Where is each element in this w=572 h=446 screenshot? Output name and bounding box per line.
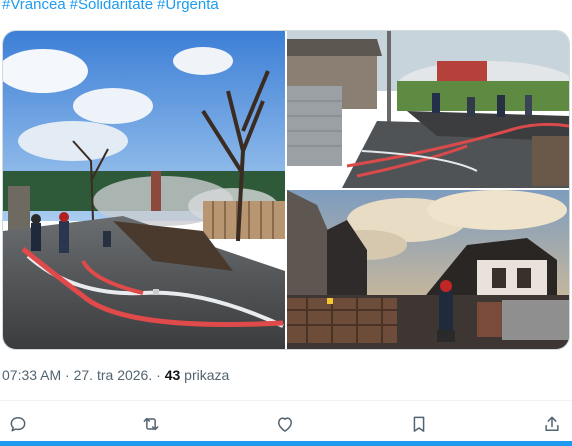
share-upload-icon bbox=[545, 416, 559, 431]
hashtag-solidaritate[interactable]: #Solidaritate bbox=[70, 0, 153, 13]
timestamp-date[interactable]: 27. tra 2026. bbox=[74, 367, 153, 383]
media-grid bbox=[2, 30, 570, 350]
repost-button[interactable] bbox=[137, 410, 165, 438]
views-count: 43 bbox=[164, 367, 181, 383]
reply-button[interactable] bbox=[4, 410, 32, 438]
photo-street-fire-hoses[interactable] bbox=[3, 31, 285, 349]
timestamp-time[interactable]: 07:33 AM bbox=[2, 367, 61, 383]
bookmark-icon bbox=[413, 416, 425, 432]
share-button[interactable] bbox=[538, 410, 566, 438]
speech-bubble-icon bbox=[10, 417, 26, 432]
hashtag-urgenta[interactable]: #Urgenta bbox=[157, 0, 219, 13]
tweet-meta: 07:33 AM · 27. tra 2026. · 43 prikaza bbox=[2, 367, 229, 383]
repost-arrows-icon bbox=[143, 417, 159, 431]
heart-icon bbox=[278, 417, 292, 432]
action-bar bbox=[0, 410, 572, 440]
bookmark-button[interactable] bbox=[405, 410, 433, 438]
meta-separator-2: · bbox=[156, 367, 161, 383]
photo-firefighters-in-yard[interactable] bbox=[287, 31, 569, 188]
views-label: prikaza bbox=[184, 367, 230, 383]
hashtag-line: #Vrancea #Solidaritate #Urgenta bbox=[2, 0, 223, 13]
meta-separator: · bbox=[65, 367, 70, 383]
bottom-accent-bar bbox=[0, 441, 572, 446]
divider bbox=[0, 400, 572, 401]
like-button[interactable] bbox=[271, 410, 299, 438]
hashtag-vrancea[interactable]: #Vrancea bbox=[2, 0, 66, 13]
photo-burned-house[interactable] bbox=[287, 190, 569, 349]
